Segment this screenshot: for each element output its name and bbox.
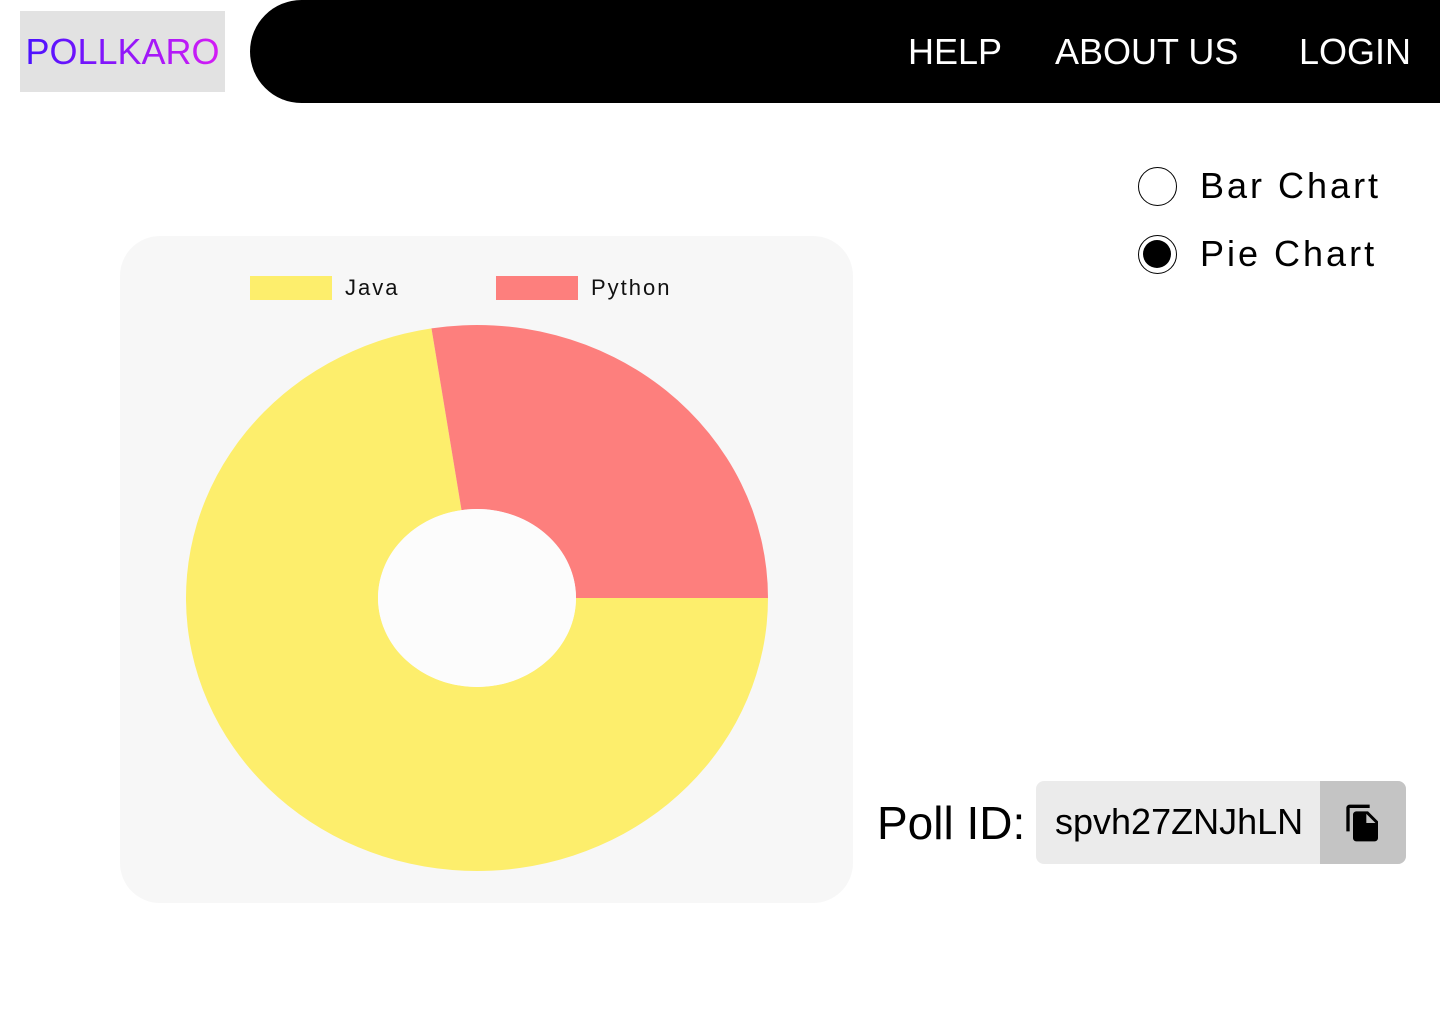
radio-bar-chart[interactable]: Bar Chart (1138, 165, 1418, 206)
radio-pie-chart[interactable]: Pie Chart (1138, 233, 1418, 274)
radio-label-pie: Pie Chart (1200, 233, 1378, 274)
poll-id-value: spvh27ZNJhLN (1055, 801, 1304, 842)
nav-help-link[interactable]: HELP (908, 30, 1002, 74)
chart-card: Java Python (120, 236, 853, 903)
pie-chart (186, 325, 769, 871)
radio-circle-bar[interactable] (1138, 166, 1177, 206)
poll-id-label: Poll ID: (877, 797, 1026, 849)
brand-name: POLLKARO (25, 30, 220, 72)
nav-login-link[interactable]: LOGIN (1299, 30, 1411, 74)
copy-icon (1346, 804, 1378, 841)
top-navbar: HELP ABOUT US LOGIN (250, 0, 1440, 103)
nav-about-link[interactable]: ABOUT US (1055, 30, 1238, 74)
radio-label-bar: Bar Chart (1200, 165, 1382, 206)
logo[interactable]: POLLKARO (20, 11, 225, 92)
poll-id-box: spvh27ZNJhLN (1036, 781, 1406, 864)
radio-circle-pie[interactable] (1138, 234, 1177, 274)
chart-type-selector: Bar Chart Pie Chart (1138, 165, 1418, 274)
copy-button[interactable] (1320, 781, 1406, 864)
donut-hole (378, 509, 576, 687)
